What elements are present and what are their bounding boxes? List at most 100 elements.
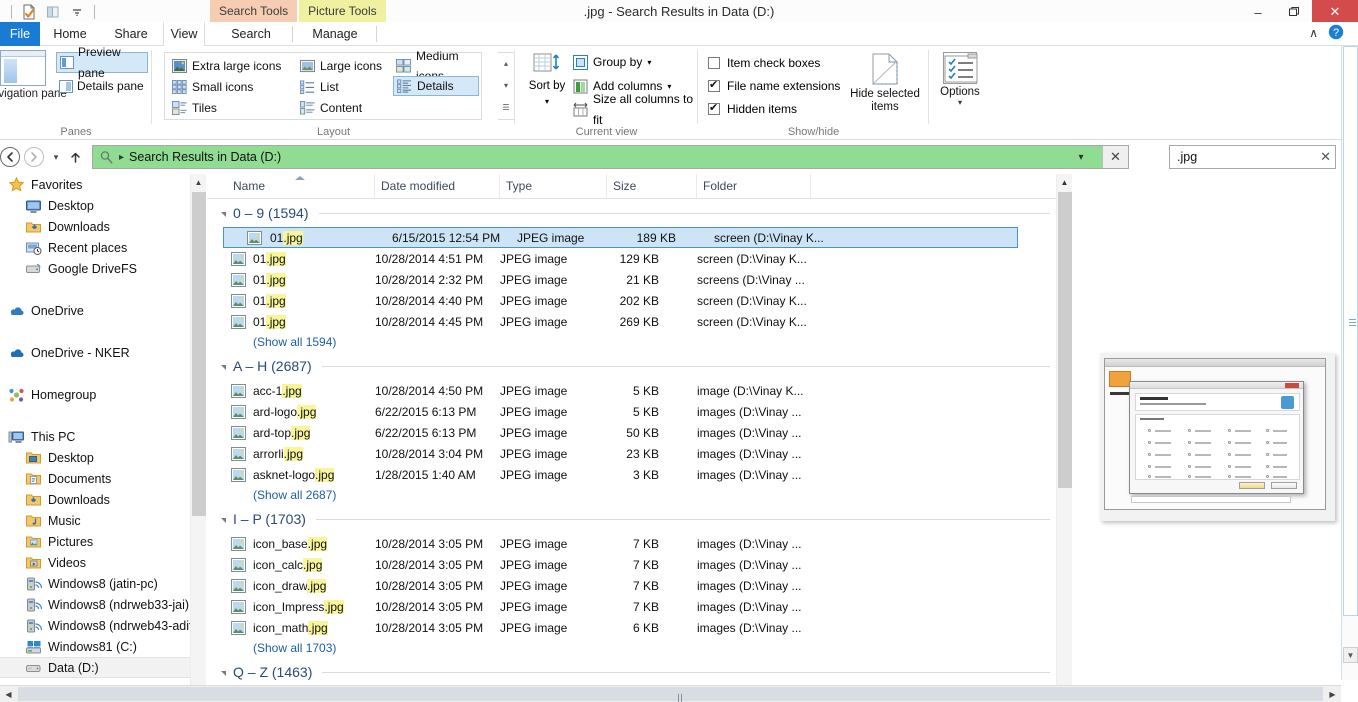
recent-locations-caret-icon[interactable]: ▾ xyxy=(48,147,64,167)
customize-qat-caret-icon[interactable] xyxy=(67,2,87,22)
hide-selected-items-button[interactable]: Hide selected items xyxy=(846,52,924,114)
help-icon[interactable]: ? xyxy=(1328,24,1344,40)
layout-medium-icons[interactable]: Medium icons xyxy=(393,49,479,83)
breadcrumb-search-results[interactable]: Search Results in Data (D:) xyxy=(129,150,281,164)
tab-manage[interactable]: Manage xyxy=(294,22,376,46)
table-row[interactable]: icon_base.jpg 10/28/2014 3:05 PM JPEG im… xyxy=(207,533,1060,554)
hidden-items-checkbox[interactable]: Hidden items xyxy=(708,98,797,119)
sidebar-item-homegroup[interactable]: Homegroup xyxy=(0,384,190,405)
minimize-button[interactable]: – xyxy=(1240,0,1276,24)
file-list-scroll-thumb[interactable] xyxy=(1058,192,1072,488)
file-list-scrollbar[interactable]: ▲ xyxy=(1056,174,1072,686)
properties-icon[interactable] xyxy=(19,2,39,22)
layout-extra-large-icons[interactable]: Extra large icons xyxy=(169,56,291,76)
size-all-columns-button[interactable]: Size all columns to fit xyxy=(573,92,698,127)
sidebar-item-downloads-pc[interactable]: Downloads xyxy=(0,489,190,510)
layout-gallery-scroll[interactable]: ▴ ▾ ☰ xyxy=(498,52,515,120)
search-input-value[interactable]: .jpg xyxy=(1177,150,1320,164)
sidebar-item-google-drivefs[interactable]: Google DriveFS xyxy=(0,258,190,279)
stop-search-button[interactable]: ✕ xyxy=(1102,146,1128,168)
hscroll-right-icon[interactable]: ▶ xyxy=(1324,686,1341,702)
sidebar-scroll-up-icon[interactable]: ▲ xyxy=(191,174,206,191)
group-by-button[interactable]: Group by ▾ xyxy=(573,52,651,73)
file-list-scroll-up-icon[interactable]: ▲ xyxy=(1057,174,1072,191)
layout-tiles[interactable]: Tiles xyxy=(169,98,291,118)
layout-scroll-expand-icon[interactable]: ☰ xyxy=(502,104,509,112)
window-scrollbar[interactable]: ▼ xyxy=(1341,46,1358,680)
group-header-a-h[interactable]: A – H (2687) xyxy=(207,352,1060,380)
address-bar[interactable]: ▸ Search Results in Data (D:) ▾ ✕ xyxy=(92,145,1129,169)
sidebar-item-desktop[interactable]: Desktop xyxy=(0,195,190,216)
layout-large-icons[interactable]: Large icons xyxy=(297,56,387,76)
table-row[interactable]: 01.jpg 6/15/2015 12:54 PM JPEG image 189… xyxy=(223,227,1018,248)
sidebar-item-favorites[interactable]: Favorites xyxy=(0,174,190,195)
layout-scroll-up-icon[interactable]: ▴ xyxy=(504,60,508,68)
table-row[interactable]: icon_Impress.jpg 10/28/2014 3:05 PM JPEG… xyxy=(207,596,1060,617)
details-pane-toggle[interactable]: Details pane xyxy=(56,76,148,97)
layout-details[interactable]: Details xyxy=(393,76,479,96)
layout-list[interactable]: List xyxy=(297,77,387,97)
show-all-link[interactable]: (Show all 2687) xyxy=(207,485,1060,505)
new-folder-icon[interactable] xyxy=(43,2,63,22)
layout-scroll-down-icon[interactable]: ▾ xyxy=(504,82,508,90)
column-header-type[interactable]: Type xyxy=(500,174,607,198)
forward-button[interactable] xyxy=(24,147,44,167)
clear-search-icon[interactable]: ✕ xyxy=(1320,149,1331,165)
sidebar-item-pictures[interactable]: Pictures xyxy=(0,531,190,552)
sidebar-item-music[interactable]: Music xyxy=(0,510,190,531)
table-row[interactable]: 01.jpg 10/28/2014 4:51 PM JPEG image 129… xyxy=(207,248,1060,269)
up-button[interactable] xyxy=(66,147,84,167)
group-header-0-9[interactable]: 0 – 9 (1594) xyxy=(207,199,1060,227)
table-row[interactable]: asknet-logo.jpg 1/28/2015 1:40 AM JPEG i… xyxy=(207,464,1060,485)
sidebar-scrollbar[interactable]: ▲ xyxy=(190,174,206,686)
sidebar-item-data-d[interactable]: Data (D:) xyxy=(0,657,190,678)
layout-small-icons[interactable]: Small icons xyxy=(169,77,291,97)
preview-pane-toggle[interactable]: Preview pane xyxy=(56,45,148,80)
tab-search[interactable]: Search xyxy=(210,22,292,46)
hscroll-left-icon[interactable]: ◀ xyxy=(0,686,17,702)
show-all-link[interactable]: (Show all 1703) xyxy=(207,638,1060,658)
address-dropdown-caret-icon[interactable]: ▾ xyxy=(1070,146,1092,168)
table-row[interactable]: icon_draw.jpg 10/28/2014 3:05 PM JPEG im… xyxy=(207,575,1060,596)
sidebar-item-windows8-jatin-pc[interactable]: Windows8 (jatin-pc) xyxy=(0,573,190,594)
tab-file[interactable]: File xyxy=(0,22,40,46)
sort-by-button[interactable]: Sort by ▾ xyxy=(523,50,571,107)
search-input[interactable]: .jpg ✕ xyxy=(1169,145,1336,169)
options-button[interactable]: Options ▾ xyxy=(929,52,991,107)
back-button[interactable] xyxy=(0,147,20,167)
group-collapse-icon[interactable] xyxy=(221,671,226,676)
sidebar-item-onedrive-nker[interactable]: OneDrive - NKER xyxy=(0,342,190,363)
show-all-link[interactable]: (Show all 1594) xyxy=(207,332,1060,352)
file-name-extensions-checkbox[interactable]: File name extensions xyxy=(708,75,840,96)
sidebar-item-this-pc[interactable]: This PC xyxy=(0,426,190,447)
table-row[interactable]: 01.jpg 10/28/2014 2:32 PM JPEG image 21 … xyxy=(207,269,1060,290)
options-caret-icon[interactable]: ▾ xyxy=(929,98,991,107)
sidebar-item-desktop-pc[interactable]: Desktop xyxy=(0,447,190,468)
group-collapse-icon[interactable] xyxy=(221,365,226,370)
column-header-folder[interactable]: Folder xyxy=(697,174,811,198)
table-row[interactable]: 01.jpg 10/28/2014 4:45 PM JPEG image 269… xyxy=(207,311,1060,332)
sidebar-item-recent-places[interactable]: Recent places xyxy=(0,237,190,258)
sort-by-caret-icon[interactable]: ▾ xyxy=(545,97,549,106)
sidebar-item-windows8-ndrweb33-jai[interactable]: Windows8 (ndrweb33-jai) xyxy=(0,594,190,615)
tab-view[interactable]: View xyxy=(163,22,205,47)
column-header-size[interactable]: Size xyxy=(607,174,697,198)
maximize-restore-button[interactable] xyxy=(1276,0,1312,24)
table-row[interactable]: arrorli.jpg 10/28/2014 3:04 PM JPEG imag… xyxy=(207,443,1060,464)
window-scroll-down-icon[interactable]: ▼ xyxy=(1343,647,1358,663)
sidebar-item-windows81-c[interactable]: Windows81 (C:) xyxy=(0,636,190,657)
collapse-ribbon-icon[interactable]: ∧ xyxy=(1309,26,1318,40)
group-by-caret-icon[interactable]: ▾ xyxy=(647,52,651,73)
sidebar-item-videos[interactable]: Videos xyxy=(0,552,190,573)
sidebar-item-downloads[interactable]: Downloads xyxy=(0,216,190,237)
column-header-date-modified[interactable]: Date modified xyxy=(375,174,500,198)
hscroll-thumb[interactable] xyxy=(18,687,1323,702)
table-row[interactable]: acc-1.jpg 10/28/2014 4:50 PM JPEG image … xyxy=(207,380,1060,401)
table-row[interactable]: ard-top.jpg 6/22/2015 6:13 PM JPEG image… xyxy=(207,422,1060,443)
table-row[interactable]: ard-logo.jpg 6/22/2015 6:13 PM JPEG imag… xyxy=(207,401,1060,422)
sidebar-item-onedrive[interactable]: OneDrive xyxy=(0,300,190,321)
table-row[interactable]: icon_math.jpg 10/28/2014 3:05 PM JPEG im… xyxy=(207,617,1060,638)
group-collapse-icon[interactable] xyxy=(221,518,226,523)
table-row[interactable]: icon_calc.jpg 10/28/2014 3:05 PM JPEG im… xyxy=(207,554,1060,575)
close-button[interactable]: ✕ xyxy=(1312,0,1358,24)
